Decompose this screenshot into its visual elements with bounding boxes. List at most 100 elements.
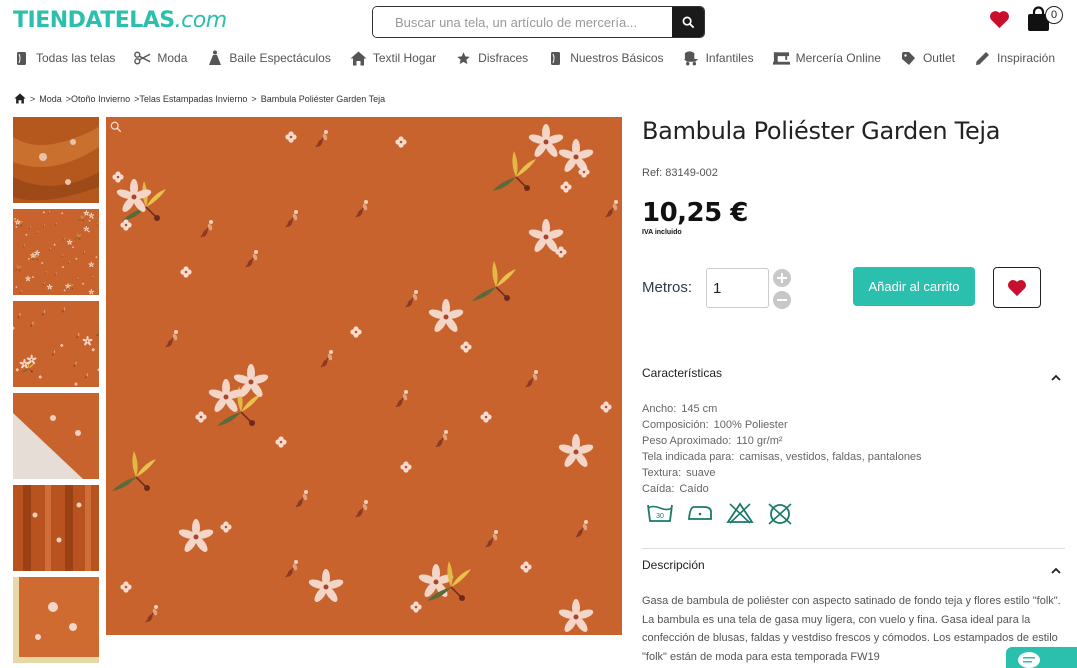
spec-row: Textura: suave bbox=[642, 465, 922, 481]
nav-label: Todas las telas bbox=[36, 51, 116, 65]
add-to-wishlist-button[interactable] bbox=[993, 267, 1041, 308]
spec-label: Ancho: bbox=[642, 403, 677, 415]
wash-30-icon: 30 bbox=[647, 504, 673, 522]
nav-item-inspiracion[interactable]: Inspiración bbox=[974, 50, 1055, 67]
sewing-machine-icon bbox=[772, 50, 790, 67]
breadcrumb: > Moda > Otoño Invierno > Telas Estampad… bbox=[14, 93, 389, 104]
no-tumble-dry-icon bbox=[768, 503, 792, 525]
home-icon bbox=[350, 50, 367, 67]
search-bar bbox=[372, 6, 705, 38]
spec-row: Composición: 100% Poliester bbox=[642, 417, 922, 433]
nav-label: Outlet bbox=[922, 51, 955, 65]
heart-icon bbox=[1008, 279, 1026, 296]
quantity-label: Metros: bbox=[642, 279, 693, 296]
nav-item-merceria-online[interactable]: Mercería Online bbox=[772, 50, 881, 67]
logo-main: TIENDATELAS bbox=[13, 8, 175, 33]
spec-row: Caída: Caído bbox=[642, 481, 922, 497]
spec-row: Tela indicada para: camisas, vestidos, fa… bbox=[642, 449, 922, 465]
fabric-roll-icon bbox=[13, 50, 30, 67]
spec-row: Peso Aproximado: 110 gr/m² bbox=[642, 433, 922, 449]
spec-value: suave bbox=[686, 467, 716, 479]
care-icons: 30 bbox=[646, 502, 794, 526]
no-bleach-icon bbox=[726, 502, 754, 524]
add-to-cart-button[interactable]: Añadir al carrito bbox=[853, 267, 975, 306]
nav-label: Infantiles bbox=[705, 51, 754, 65]
minus-icon[interactable] bbox=[773, 291, 791, 309]
nav-label: Baile Espectáculos bbox=[229, 51, 331, 65]
thumbnail-5[interactable] bbox=[13, 485, 99, 571]
plus-icon[interactable] bbox=[773, 269, 791, 287]
spec-value: 145 cm bbox=[681, 403, 718, 415]
characteristics-title[interactable]: Características bbox=[642, 366, 722, 380]
product-main-image[interactable] bbox=[106, 117, 622, 635]
description-text: Gasa de bambula de poliéster con aspecto… bbox=[642, 595, 1061, 663]
chevron-up-icon[interactable] bbox=[1051, 374, 1061, 381]
nav-label: Disfraces bbox=[478, 51, 529, 65]
spec-value: 100% Poliester bbox=[713, 419, 788, 431]
nav-label: Textil Hogar bbox=[372, 51, 437, 65]
product-price: 10,25 € bbox=[642, 198, 748, 228]
nav-item-disfraces[interactable]: Disfraces bbox=[455, 50, 528, 67]
nav-label: Inspiración bbox=[996, 51, 1056, 65]
spec-label: Tela indicada para: bbox=[642, 451, 735, 463]
iron-low-icon bbox=[688, 506, 712, 520]
star-icon bbox=[455, 50, 472, 67]
site-logo[interactable]: TIENDATELAS.com bbox=[13, 8, 227, 33]
nav-label: Mercería Online bbox=[795, 51, 881, 65]
wishlist-heart-icon[interactable] bbox=[989, 10, 1010, 29]
thumbnail-6[interactable] bbox=[13, 577, 99, 663]
logo-suffix: .com bbox=[174, 8, 227, 33]
spec-label: Caída: bbox=[642, 483, 675, 495]
nav-item-baile-espectaculos[interactable]: Baile Espectáculos bbox=[206, 50, 331, 67]
breadcrumb-item-telas-estampadas[interactable]: Telas Estampadas Invierno bbox=[139, 94, 247, 104]
spec-label: Textura: bbox=[642, 467, 682, 479]
dancer-icon bbox=[206, 50, 223, 67]
product-title: Bambula Poliéster Garden Teja bbox=[642, 117, 1001, 145]
spec-value: 110 gr/m² bbox=[736, 435, 783, 447]
fabric-roll-icon bbox=[547, 50, 564, 67]
chat-bubble-icon bbox=[1018, 652, 1040, 668]
tax-note: IVA incluido bbox=[642, 229, 682, 236]
description-title[interactable]: Descripción bbox=[642, 558, 705, 572]
breadcrumb-item-current: Bambula Poliéster Garden Teja bbox=[260, 93, 386, 104]
nav-item-todas-las-telas[interactable]: Todas las telas bbox=[13, 50, 115, 67]
thumbnail-3[interactable] bbox=[13, 301, 99, 387]
product-ref: Ref: 83149-002 bbox=[642, 167, 718, 179]
search-input[interactable] bbox=[373, 7, 672, 37]
spec-value: Caído bbox=[679, 483, 709, 495]
spec-value: camisas, vestidos, faldas, pantalones bbox=[739, 451, 922, 463]
section-divider bbox=[642, 548, 1065, 549]
quantity-input[interactable] bbox=[706, 268, 769, 308]
main-nav: Todas las telas Moda Baile Espectáculos … bbox=[0, 45, 1061, 71]
breadcrumb-item-otono-invierno[interactable]: Otoño Invierno bbox=[71, 94, 130, 104]
chat-widget[interactable] bbox=[1006, 647, 1077, 668]
zoom-icon[interactable] bbox=[110, 121, 122, 133]
chevron-up-icon[interactable] bbox=[1051, 567, 1061, 574]
thumbnail-4[interactable] bbox=[13, 393, 99, 479]
nav-item-infantiles[interactable]: Infantiles bbox=[683, 50, 754, 67]
nav-label: Nuestros Básicos bbox=[570, 51, 664, 65]
nav-item-textil-hogar[interactable]: Textil Hogar bbox=[350, 50, 436, 67]
nav-item-outlet[interactable]: Outlet bbox=[900, 50, 955, 67]
search-icon bbox=[682, 16, 694, 28]
characteristics-list: Ancho: 145 cm Composición: 100% Poliester … bbox=[642, 401, 922, 497]
nav-item-moda[interactable]: Moda bbox=[134, 50, 187, 67]
scissors-icon bbox=[134, 50, 151, 67]
thumbnail-1[interactable] bbox=[13, 117, 99, 203]
home-icon[interactable] bbox=[14, 93, 26, 104]
thumbnail-gallery bbox=[13, 117, 99, 668]
breadcrumb-sep: > bbox=[251, 93, 257, 104]
breadcrumb-sep: > bbox=[30, 93, 36, 104]
thumbnail-2[interactable] bbox=[13, 209, 99, 295]
tag-icon bbox=[900, 50, 917, 67]
spec-label: Composición: bbox=[642, 419, 709, 431]
pencil-icon bbox=[974, 50, 991, 67]
search-button[interactable] bbox=[672, 7, 704, 37]
breadcrumb-item-moda[interactable]: Moda bbox=[39, 94, 62, 104]
spec-row: Ancho: 145 cm bbox=[642, 401, 922, 417]
nav-item-nuestros-basicos[interactable]: Nuestros Básicos bbox=[547, 50, 664, 67]
stroller-icon bbox=[683, 50, 700, 67]
wash-temp: 30 bbox=[656, 513, 664, 520]
nav-label: Moda bbox=[157, 51, 188, 65]
spec-label: Peso Aproximado: bbox=[642, 435, 732, 447]
